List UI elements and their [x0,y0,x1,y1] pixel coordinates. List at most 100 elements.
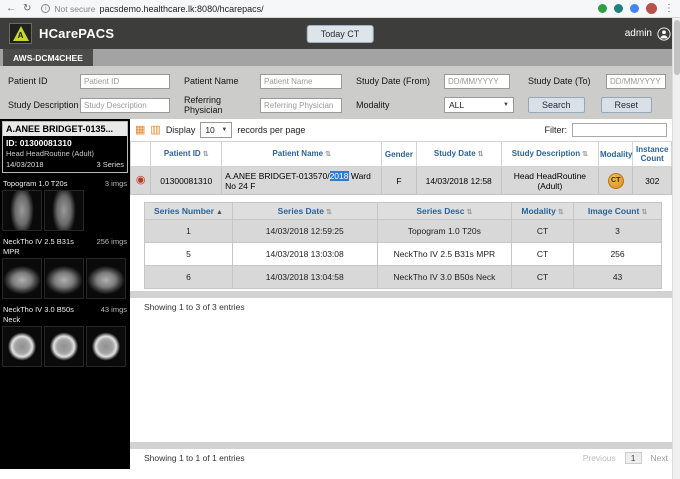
back-icon[interactable]: ← [6,3,16,14]
study-instance-count: 302 [632,166,672,196]
series-col-number[interactable]: Series Number ▲ [144,202,233,221]
study-description-input[interactable] [80,97,170,113]
search-row-1: Patient ID Patient Name Study Date (From… [8,73,672,89]
series-table-row[interactable]: 1 14/03/2018 12:59:25 Topogram 1.0 T20s CT 3 [144,219,662,244]
refresh-icon[interactable]: ↻ [23,3,31,14]
next-page-button[interactable]: Next [651,453,668,463]
study-description: Head HeadRoutine (Adult) [500,166,600,196]
page-number-button[interactable]: 1 [624,452,642,464]
study-row[interactable]: ◉ 01300081310 A.ANEE BRIDGET-013570/2018… [129,166,672,196]
extension-icon[interactable] [614,4,623,13]
series-table: Series Number ▲ Series Date ⇅ Series Desc ⇅… [144,202,662,290]
browser-profile-avatar[interactable] [646,3,657,14]
record-icon[interactable]: ◉ [136,174,146,186]
horizontal-scrollbar[interactable] [130,442,672,449]
study-date-to-label: Study Date (To) [528,76,591,86]
series-group: Topogram 1.0 T20s 3 imgs [2,179,128,232]
series-table-row[interactable]: 6 14/03/2018 13:04:58 NeckTho IV 3.0 B50s … [144,265,662,290]
browser-menu-icon[interactable]: ⋮ [664,3,674,14]
patient-id-label: Patient ID [8,76,48,86]
extension-icon[interactable] [598,4,607,13]
studies-col-instance-count[interactable]: Instance Count [632,140,672,168]
series-group-count: 43 imgs [100,305,127,315]
display-label: Display [165,125,196,135]
study-gender: F [381,166,417,196]
patient-id-input[interactable] [80,73,170,89]
filter-input[interactable] [572,123,667,137]
modality-select[interactable]: ALL ▼ [444,97,514,113]
series-table-row[interactable]: 5 14/03/2018 13:03:08 NeckTho IV 2.5 B31s … [144,242,662,267]
username: admin [624,28,652,39]
sort-asc-icon: ▲ [215,209,223,217]
series-thumbnail[interactable] [86,325,126,367]
horizontal-scrollbar[interactable] [130,291,672,299]
series-thumbnail[interactable] [44,325,84,367]
address-bar[interactable]: i Not secure pacsdemo.healthcare.lk:8080… [38,4,591,14]
series-desc: NeckTho IV 3.0 B50s Neck [376,265,513,290]
series-thumbnail[interactable] [2,325,42,367]
study-date: 14/03/2018 12:58 [415,166,502,196]
scrollbar-thumb[interactable] [674,20,680,75]
studies-col-patient-name[interactable]: Patient Name ⇅ [221,140,383,168]
studies-table: Patient ID ⇅ Patient Name ⇅ Gender Study D… [129,140,672,196]
series-group: NeckTho IV 3.0 B50s Neck 43 imgs [2,305,128,367]
studies-col-gender[interactable]: Gender [381,140,417,168]
browser-chrome: ← ↻ i Not secure pacsdemo.healthcare.lk:… [0,0,680,18]
sort-icon: ⇅ [582,151,589,159]
series-col-desc[interactable]: Series Desc ⇅ [376,202,513,221]
series-thumbnail[interactable] [44,190,84,232]
series-thumbnail[interactable] [2,190,42,232]
referring-physician-input[interactable] [260,97,342,113]
stack-view-icon[interactable]: ▥ [150,124,160,136]
series-modality: CT [511,219,575,244]
empty-area [130,314,672,440]
series-col-image-count[interactable]: Image Count ⇅ [573,202,662,221]
study-description-label: Study Description [8,100,79,110]
reset-button[interactable]: Reset [600,97,653,113]
study-patient-id: 01300081310 [150,166,223,196]
sort-icon: ⇅ [325,209,332,217]
user-icon [657,26,671,41]
series-group-count: 3 imgs [104,179,127,188]
patient-name-label: Patient Name [184,76,239,86]
study-date-from-input[interactable] [444,73,510,89]
grid-view-icon[interactable]: ▦ [135,124,145,136]
previous-page-button[interactable]: Previous [583,453,616,463]
study-date-to-input[interactable] [606,73,666,89]
studies-col-modality[interactable]: Modality [597,140,634,168]
worklist-main: ▦ ▥ Display 10 ▼ records per page Filter… [129,119,680,469]
patient-card-date: 14/03/2018 [6,160,44,169]
page-size-value: 10 [205,125,215,135]
series-group-name: NeckTho IV 3.0 B50s Neck [3,305,74,324]
app-header: A HCarePACS Today CT admin [0,18,680,49]
studies-col-study-date[interactable]: Study Date ⇅ [415,140,502,168]
series-thumbnail[interactable] [44,258,84,300]
info-icon[interactable]: i [41,4,51,13]
series-modality: CT [511,265,575,290]
patient-card[interactable]: A.ANEE BRIDGET-0135... ID: 01300081310 H… [2,121,128,173]
series-thumbnail-groups: Topogram 1.0 T20s 3 imgs NeckTho IV 2.5 B3… [2,179,128,367]
series-thumbnail[interactable] [86,258,126,300]
series-date: 14/03/2018 13:03:08 [231,242,378,267]
series-col-date[interactable]: Series Date ⇅ [231,202,378,221]
series-col-modality[interactable]: Modality ⇅ [511,202,575,221]
user-menu[interactable]: admin [624,26,671,41]
today-ct-button[interactable]: Today CT [306,24,374,43]
vertical-scrollbar[interactable] [672,18,680,479]
extension-icon[interactable] [630,4,639,13]
series-header-row: Series Number ▲ Series Date ⇅ Series Desc ⇅… [144,202,662,221]
thumbnail-sidebar: A.ANEE BRIDGET-0135... ID: 01300081310 H… [0,119,130,469]
search-button[interactable]: Search [528,97,585,113]
server-tab-bar: AWS-DCM4CHEE [0,49,680,66]
url-text[interactable]: pacsdemo.healthcare.lk:8080/hcarepacs/ [100,4,264,14]
series-panel: Series Number ▲ Series Date ⇅ Series Desc ⇅… [144,202,662,290]
studies-col-patient-id[interactable]: Patient ID ⇅ [150,140,223,168]
patient-name-input[interactable] [260,73,342,89]
server-tab[interactable]: AWS-DCM4CHEE [3,49,93,66]
series-thumbnail[interactable] [2,258,42,300]
studies-col-study-description[interactable]: Study Description ⇅ [500,140,600,168]
page-size-select[interactable]: 10 ▼ [200,122,233,138]
security-label: Not secure [54,3,96,14]
series-showing-text: Showing 1 to 3 of 3 entries [144,302,245,313]
search-panel: Patient ID Patient Name Study Date (From… [0,66,680,119]
